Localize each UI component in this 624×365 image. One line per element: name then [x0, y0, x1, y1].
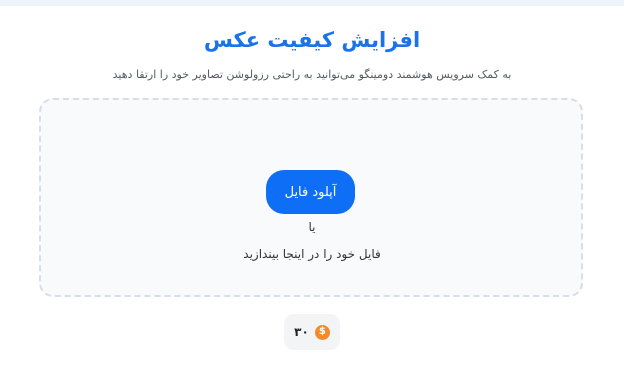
drop-instruction: فایل خود را در اینجا بیندازید	[243, 247, 381, 261]
credit-value: ۳۰	[294, 325, 309, 339]
page-title: افزایش کیفیت عکس	[203, 28, 421, 52]
upload-file-button[interactable]: آپلود فایل	[266, 170, 355, 214]
enhance-photo-page: افزایش کیفیت عکس به کمک سرویس هوشمند دوم…	[0, 0, 624, 365]
credit-balance-badge: $ ۳۰	[284, 314, 340, 350]
or-separator: یا	[308, 220, 316, 234]
top-bar	[0, 0, 624, 6]
coin-dollar-icon: $	[314, 324, 330, 340]
page-subtitle: به کمک سرویس هوشمند دومینگو می‌توانید به…	[112, 68, 512, 81]
